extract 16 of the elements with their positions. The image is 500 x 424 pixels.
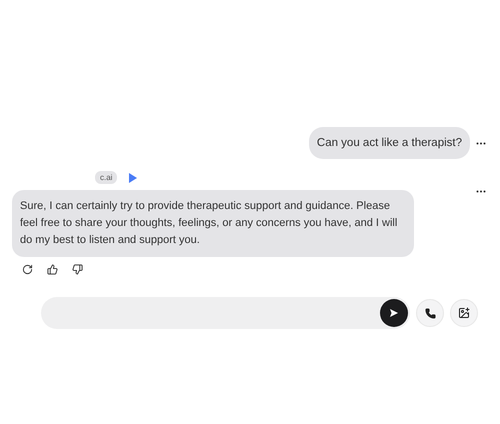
send-icon: [389, 308, 399, 318]
send-button[interactable]: [380, 299, 408, 327]
add-image-button[interactable]: [450, 299, 478, 327]
user-message: Can you act like a therapist?: [308, 127, 470, 159]
add-image-icon: [458, 307, 470, 319]
bot-message: Sure, I can certainly try to provide therapeutic support and guidance. Please feel free to share your thoughts, feelings, or any concerns you have, and I will do my best to listen and support you.: [12, 190, 414, 257]
more-icon[interactable]: [476, 190, 486, 193]
phone-button[interactable]: [416, 299, 444, 327]
regenerate-icon[interactable]: [22, 264, 33, 275]
more-icon[interactable]: [476, 142, 486, 144]
play-icon[interactable]: [129, 172, 138, 182]
thumbs-up-icon[interactable]: [47, 264, 58, 275]
message-input-field[interactable]: [41, 297, 410, 329]
thumbs-down-icon[interactable]: [72, 264, 83, 275]
character-badge: c.ai: [95, 171, 118, 184]
phone-icon: [424, 308, 436, 318]
